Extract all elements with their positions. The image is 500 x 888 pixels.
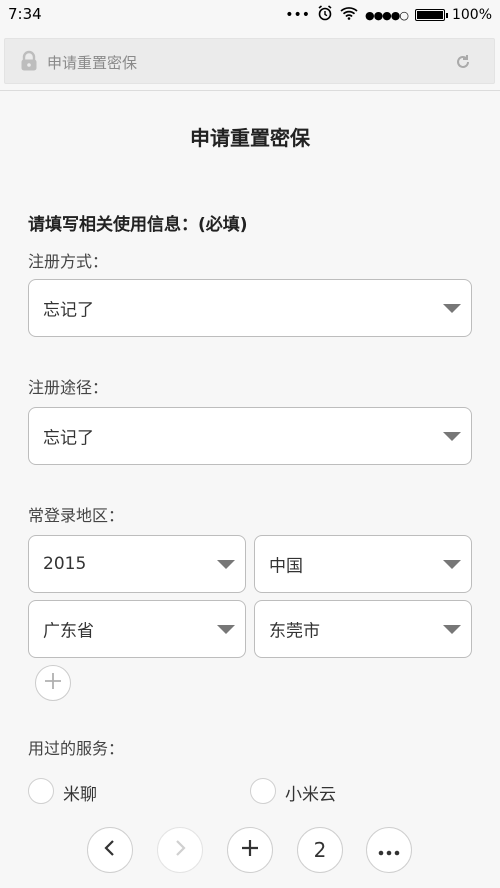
city-value: 东莞市 [269, 621, 320, 642]
country-value: 中国 [269, 556, 303, 577]
new-tab-button[interactable] [227, 827, 273, 873]
reload-icon[interactable] [454, 53, 472, 71]
register-channel-select[interactable]: 忘记了 [28, 407, 472, 465]
country-select[interactable]: 中国 [254, 535, 472, 593]
battery-text: 100% [451, 7, 492, 23]
service-label-xiaomi-cloud: 小米云 [285, 785, 336, 805]
province-select[interactable]: 广东省 [28, 600, 246, 658]
chevron-down-icon [443, 625, 461, 634]
register-channel-value: 忘记了 [43, 428, 94, 449]
service-radio-miliao[interactable] [28, 778, 54, 804]
more-button[interactable] [366, 827, 412, 873]
plus-icon [43, 670, 63, 696]
status-icons: ••• ●●●●○ 100% [285, 5, 492, 25]
more-icon [377, 841, 401, 860]
chevron-down-icon [217, 625, 235, 634]
tab-count-button[interactable]: 2 [297, 827, 343, 873]
add-icon [240, 838, 260, 862]
service-label-miliao: 米聊 [63, 785, 97, 805]
login-region-label: 常登录地区： [28, 506, 125, 525]
add-region-button[interactable] [35, 665, 71, 701]
year-select[interactable]: 2015 [28, 535, 246, 593]
services-label: 用过的服务： [28, 739, 125, 758]
chevron-down-icon [443, 304, 461, 313]
page-title: 申请重置密保 [190, 126, 310, 150]
back-icon [102, 839, 118, 861]
chevron-down-icon [443, 560, 461, 569]
battery-icon [414, 9, 448, 21]
year-value: 2015 [43, 554, 87, 574]
tab-count: 2 [313, 838, 327, 862]
divider [0, 90, 500, 91]
forward-button[interactable] [157, 827, 203, 873]
chevron-down-icon [443, 432, 461, 441]
dots-icon: ••• [285, 7, 310, 23]
back-button[interactable] [87, 827, 133, 873]
lock-icon [19, 50, 39, 72]
wifi-icon [340, 6, 358, 24]
register-method-select[interactable]: 忘记了 [28, 279, 472, 337]
service-radio-xiaomi-cloud[interactable] [250, 778, 276, 804]
forward-icon [172, 839, 188, 861]
province-value: 广东省 [43, 621, 94, 642]
register-method-label: 注册方式： [28, 252, 109, 271]
status-bar: 7:34 ••• ●●●●○ 100% [0, 0, 500, 30]
url-text[interactable]: 申请重置密保 [47, 52, 137, 73]
status-time: 7:34 [8, 5, 42, 23]
register-channel-label: 注册途径： [28, 378, 109, 397]
alarm-icon [317, 5, 333, 25]
city-select[interactable]: 东莞市 [254, 600, 472, 658]
register-method-value: 忘记了 [43, 300, 94, 321]
signal-icon: ●●●●○ [364, 8, 409, 22]
chevron-down-icon [217, 560, 235, 569]
section-title: 请填写相关使用信息：(必填) [28, 215, 248, 235]
address-bar[interactable]: 申请重置密保 [4, 38, 495, 84]
